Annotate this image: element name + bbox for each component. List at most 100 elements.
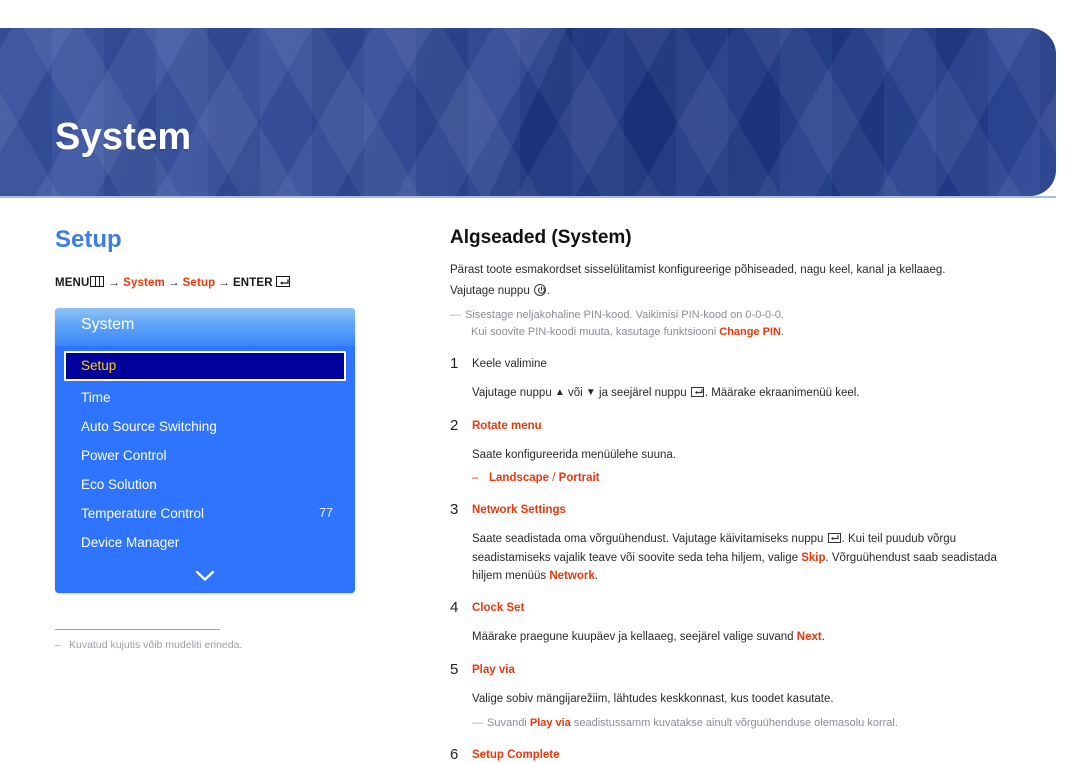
osd-scroll-down[interactable] <box>55 563 355 593</box>
step-4-desc-pre: Määrake praegune kuupäev ja kellaaeg, se… <box>472 631 797 644</box>
step-content: Keele valimine Vajutage nuppu ▲ või ▼ ja… <box>472 355 1028 402</box>
osd-menu-panel[interactable]: System Setup Time Auto Source Switching … <box>55 308 355 593</box>
skip-link[interactable]: Skip <box>801 552 825 564</box>
enter-return-icon <box>690 387 704 398</box>
pin-note-line-2-pre: Kui soovite PIN-koodi muuta, kasutage fu… <box>471 326 720 339</box>
enter-return-icon <box>827 533 841 544</box>
breadcrumb-menu-label: MENU <box>55 277 90 289</box>
osd-item-eco-solution[interactable]: Eco Solution <box>55 470 355 499</box>
arrow-up-icon: ▲ <box>554 387 565 399</box>
step-description: Saate seadistada oma võrguühendust. Vaju… <box>472 530 1028 585</box>
option-separator: / <box>549 472 559 484</box>
section-title: Setup <box>55 226 122 253</box>
breadcrumb-arrow-1: → <box>108 277 121 289</box>
step-heading: Network Settings <box>472 504 566 517</box>
osd-item-label: Device Manager <box>81 534 180 550</box>
step-5-note: — Suvandi Play via seadistussamm kuvatak… <box>472 715 1028 732</box>
osd-item-setup[interactable]: Setup <box>64 351 346 381</box>
step-1-desc-post: . Määrake ekraanimenüü keel. <box>704 387 860 400</box>
step-description: Vajutage nuppu ▲ või ▼ ja seejärel nuppu… <box>472 384 1028 402</box>
breadcrumb-arrow-2: → <box>167 277 180 289</box>
breadcrumb: MENU → System → Setup → ENTER <box>55 276 405 289</box>
step-heading: Setup Complete <box>472 749 560 762</box>
step-content: Clock Set Määrake praegune kuupäev ja ke… <box>472 599 1028 646</box>
change-pin-link[interactable]: Change PIN <box>719 326 781 338</box>
play-via-link[interactable]: Play via <box>530 717 571 729</box>
pin-note-line-2-post: . <box>780 326 785 339</box>
left-column: Setup MENU → System → Setup → ENTER System Set… <box>55 228 405 653</box>
step-1-desc-mid2: ja seejärel nuppu <box>595 387 690 400</box>
footnote: – Kuvatud kujutis võib mudeliti erineda. <box>55 638 405 653</box>
step-number: 4 <box>450 599 459 617</box>
step-5: 5 Play via Valige sobiv mängijarežiim, l… <box>450 661 1028 732</box>
osd-item-auto-source-switching[interactable]: Auto Source Switching <box>55 412 355 441</box>
step-5-note-dash: — <box>472 717 483 730</box>
step-description: Määrake praegune kuupäev ja kellaaeg, se… <box>472 628 1028 646</box>
step-1-desc-mid: või <box>564 387 586 400</box>
intro-line-2-post: . <box>546 284 551 297</box>
step-6: 6 Setup Complete Congratulations! Setup … <box>450 746 1028 763</box>
option-portrait[interactable]: Portrait <box>559 472 600 484</box>
right-column: Algseaded (System) Pärast toote esmakord… <box>450 228 1028 763</box>
option-landscape[interactable]: Landscape <box>489 472 549 484</box>
intro-line-2: Vajutage nuppu . <box>450 282 1028 301</box>
pin-note: — Sisestage neljakohaline PIN-kood. Vaik… <box>450 307 1028 341</box>
intro-line-1: Pärast toote esmakordset sisselülitamist… <box>450 264 946 276</box>
step-heading: Play via <box>472 663 515 676</box>
step-number: 2 <box>450 416 459 434</box>
page-title: System <box>55 116 192 158</box>
step-number: 1 <box>450 355 459 373</box>
step-number: 3 <box>450 501 459 519</box>
menu-grid-icon <box>90 276 105 287</box>
step-1: 1 Keele valimine Vajutage nuppu ▲ või ▼ … <box>450 355 1028 402</box>
pin-note-line-2: Kui soovite PIN-koodi muuta, kasutage fu… <box>465 324 1028 341</box>
step-description: Valige sobiv mängijarežiim, lähtudes kes… <box>472 692 834 705</box>
osd-item-label: Temperature Control <box>81 505 205 521</box>
breadcrumb-item-system[interactable]: System <box>123 277 165 289</box>
step-content: Play via Valige sobiv mängijarežiim, läh… <box>472 661 1028 732</box>
page-header-banner: System <box>0 28 1056 196</box>
step-5-note-pre: Suvandi <box>487 717 530 730</box>
step-number: 6 <box>450 746 459 763</box>
step-4: 4 Clock Set Määrake praegune kuupäev ja … <box>450 599 1028 646</box>
osd-item-value: 77 <box>319 506 333 521</box>
step-content: Rotate menu Saate konfigureerida menüüle… <box>472 417 1028 488</box>
step-heading: Clock Set <box>472 602 525 615</box>
step-3-desc-p1: Saate seadistada oma võrguühendust. Vaju… <box>472 533 827 546</box>
bullet-text: Landscape / Portrait <box>489 470 600 487</box>
footnote-divider <box>55 629 220 630</box>
step-2: 2 Rotate menu Saate konfigureerida menüü… <box>450 417 1028 488</box>
bullet-dash: – <box>472 472 479 484</box>
next-link[interactable]: Next <box>797 631 822 643</box>
osd-item-label: Setup <box>81 358 117 374</box>
step-2-options: – Landscape / Portrait <box>472 470 1028 487</box>
osd-item-label: Power Control <box>81 447 167 463</box>
content-title: Algseaded (System) <box>450 227 632 248</box>
osd-item-device-manager[interactable]: Device Manager <box>55 528 355 557</box>
intro-line-2-pre: Vajutage nuppu <box>450 284 533 297</box>
breadcrumb-arrow-3: → <box>218 277 230 289</box>
step-number: 5 <box>450 660 459 678</box>
breadcrumb-enter-label: ENTER <box>232 277 273 289</box>
step-1-desc-pre: Vajutage nuppu <box>472 387 555 400</box>
osd-item-label: Eco Solution <box>81 476 157 492</box>
step-heading: Keele valimine <box>472 358 547 371</box>
banner-underline <box>0 196 1056 198</box>
network-link[interactable]: Network <box>549 570 594 582</box>
step-description: Saate konfigureerida menüülehe suuna. <box>472 448 676 461</box>
arrow-down-icon: ▼ <box>585 387 596 399</box>
breadcrumb-item-setup[interactable]: Setup <box>183 277 216 289</box>
step-3-desc-p4: . <box>594 569 598 582</box>
step-5-note-post: seadistussamm kuvatakse ainult võrguühen… <box>570 717 898 730</box>
osd-item-temperature-control[interactable]: Temperature Control 77 <box>55 499 355 528</box>
step-4-desc-post: . <box>821 631 825 644</box>
step-3: 3 Network Settings Saate seadistada oma … <box>450 501 1028 585</box>
chevron-down-icon <box>194 569 216 587</box>
step-content: Setup Complete Congratulations! Setup is… <box>472 746 1028 763</box>
osd-item-list: Setup Time Auto Source Switching Power C… <box>55 346 355 563</box>
osd-item-power-control[interactable]: Power Control <box>55 441 355 470</box>
osd-item-label: Auto Source Switching <box>81 418 217 434</box>
power-button-icon <box>533 283 546 296</box>
step-5-note-text: Suvandi Play via seadistussamm kuvatakse… <box>487 715 1028 732</box>
osd-item-time[interactable]: Time <box>55 383 355 412</box>
